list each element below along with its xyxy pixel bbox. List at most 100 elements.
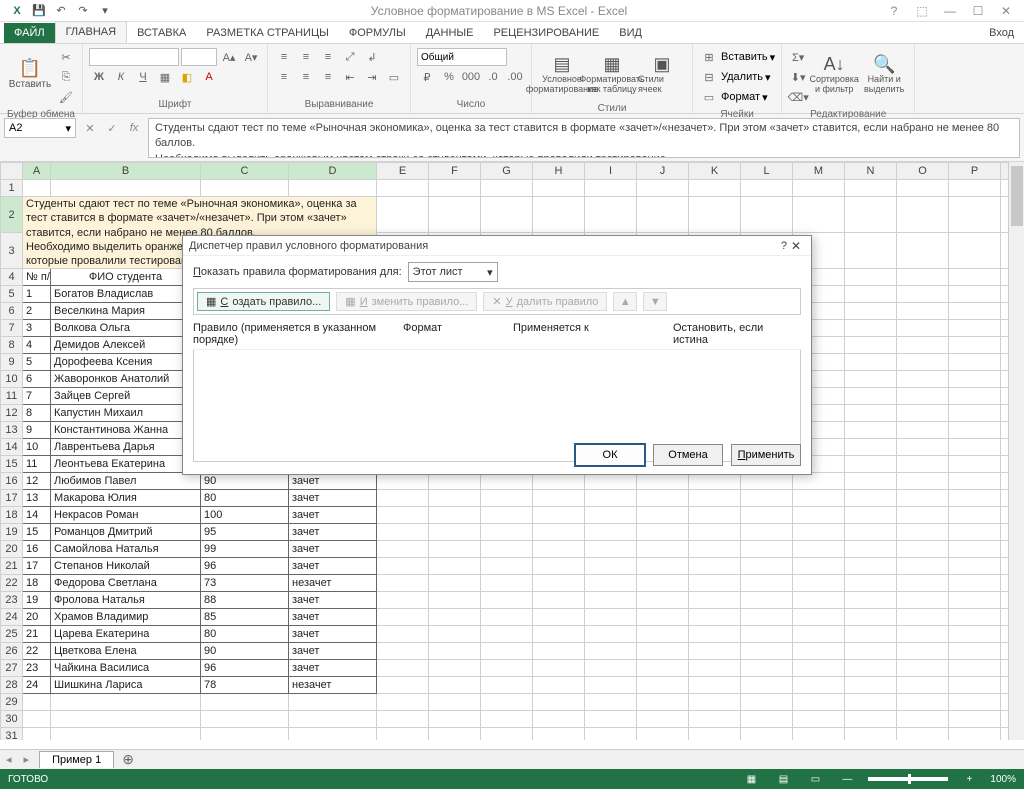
column-header[interactable]: O — [897, 163, 949, 180]
cell[interactable] — [793, 677, 845, 694]
apply-button[interactable]: Применить — [731, 444, 801, 466]
cell[interactable] — [429, 575, 481, 592]
column-header[interactable]: G — [481, 163, 533, 180]
cell[interactable] — [793, 609, 845, 626]
cell[interactable]: 90 — [201, 643, 289, 660]
cell[interactable] — [481, 507, 533, 524]
cell[interactable]: Лаврентьева Дарья — [51, 439, 201, 456]
cell[interactable] — [793, 180, 845, 197]
cell[interactable] — [637, 711, 689, 728]
cell[interactable] — [585, 473, 637, 490]
cell[interactable]: зачет — [289, 507, 377, 524]
cell[interactable] — [689, 728, 741, 740]
cell[interactable] — [845, 320, 897, 337]
cell[interactable] — [377, 626, 429, 643]
cell[interactable] — [897, 303, 949, 320]
cell[interactable] — [637, 592, 689, 609]
cell[interactable] — [377, 592, 429, 609]
cell[interactable]: зачет — [289, 660, 377, 677]
cell[interactable] — [289, 180, 377, 197]
row-header[interactable]: 20 — [1, 541, 23, 558]
cell[interactable] — [845, 558, 897, 575]
cell[interactable] — [429, 524, 481, 541]
qat-dropdown-icon[interactable]: ▾ — [96, 2, 114, 20]
cell[interactable] — [429, 660, 481, 677]
cell[interactable] — [377, 643, 429, 660]
cell[interactable] — [689, 197, 741, 233]
row-header[interactable]: 27 — [1, 660, 23, 677]
cell[interactable] — [429, 643, 481, 660]
cell[interactable] — [689, 694, 741, 711]
cell[interactable] — [949, 728, 1001, 740]
cell[interactable]: 3 — [23, 320, 51, 337]
cell[interactable] — [377, 677, 429, 694]
align-bottom-icon[interactable]: ≡ — [318, 48, 338, 66]
view-layout-icon[interactable]: ▤ — [772, 774, 794, 785]
cell[interactable] — [51, 180, 201, 197]
cell[interactable] — [949, 677, 1001, 694]
row-header[interactable]: 13 — [1, 422, 23, 439]
cell[interactable] — [845, 660, 897, 677]
shrink-font-icon[interactable]: A▾ — [241, 48, 261, 66]
cell[interactable] — [897, 233, 949, 269]
cell[interactable] — [533, 197, 585, 233]
cell[interactable]: Капустин Михаил — [51, 405, 201, 422]
cell[interactable] — [845, 303, 897, 320]
inc-decimal-icon[interactable]: .0 — [483, 68, 503, 86]
cell[interactable] — [897, 439, 949, 456]
cell[interactable] — [481, 575, 533, 592]
cell[interactable] — [637, 524, 689, 541]
currency-icon[interactable]: ₽ — [417, 68, 437, 86]
enter-formula-icon[interactable]: ✓ — [102, 118, 122, 138]
cell[interactable] — [897, 728, 949, 740]
cell[interactable] — [845, 371, 897, 388]
cell[interactable] — [949, 320, 1001, 337]
row-header[interactable]: 24 — [1, 609, 23, 626]
cell[interactable] — [845, 337, 897, 354]
cell[interactable]: 9 — [23, 422, 51, 439]
cell[interactable]: 22 — [23, 643, 51, 660]
cell[interactable] — [637, 507, 689, 524]
cell[interactable]: 11 — [23, 456, 51, 473]
align-left-icon[interactable]: ≡ — [274, 68, 294, 86]
cell[interactable]: зачет — [289, 626, 377, 643]
cell[interactable] — [481, 711, 533, 728]
cell[interactable] — [689, 180, 741, 197]
cell[interactable] — [741, 180, 793, 197]
cell[interactable] — [289, 694, 377, 711]
cell[interactable]: 12 — [23, 473, 51, 490]
cell[interactable] — [585, 694, 637, 711]
tab-layout[interactable]: РАЗМЕТКА СТРАНИЦЫ — [196, 23, 338, 43]
cell[interactable] — [845, 180, 897, 197]
cell[interactable] — [897, 337, 949, 354]
cell[interactable] — [377, 660, 429, 677]
cell[interactable] — [741, 197, 793, 233]
cell[interactable] — [429, 677, 481, 694]
row-header[interactable]: 31 — [1, 728, 23, 740]
font-size-combo[interactable] — [181, 48, 217, 66]
cell[interactable] — [897, 524, 949, 541]
cell[interactable] — [897, 354, 949, 371]
cell[interactable] — [897, 643, 949, 660]
cell[interactable] — [429, 728, 481, 740]
cell[interactable] — [689, 677, 741, 694]
tab-formulas[interactable]: ФОРМУЛЫ — [339, 23, 416, 43]
cell[interactable] — [585, 592, 637, 609]
cell[interactable] — [793, 728, 845, 740]
row-header[interactable]: 3 — [1, 233, 23, 269]
cell[interactable] — [637, 694, 689, 711]
cell[interactable] — [429, 711, 481, 728]
cell[interactable] — [741, 507, 793, 524]
zoom-in-icon[interactable]: + — [958, 774, 980, 785]
cell[interactable] — [429, 558, 481, 575]
row-header[interactable]: 23 — [1, 592, 23, 609]
cell[interactable] — [845, 439, 897, 456]
cell[interactable] — [949, 592, 1001, 609]
merge-icon[interactable]: ▭ — [384, 68, 404, 86]
cell[interactable] — [793, 694, 845, 711]
cell[interactable] — [949, 609, 1001, 626]
cell[interactable] — [585, 575, 637, 592]
cell[interactable] — [949, 439, 1001, 456]
cell[interactable] — [637, 558, 689, 575]
cell[interactable] — [949, 711, 1001, 728]
